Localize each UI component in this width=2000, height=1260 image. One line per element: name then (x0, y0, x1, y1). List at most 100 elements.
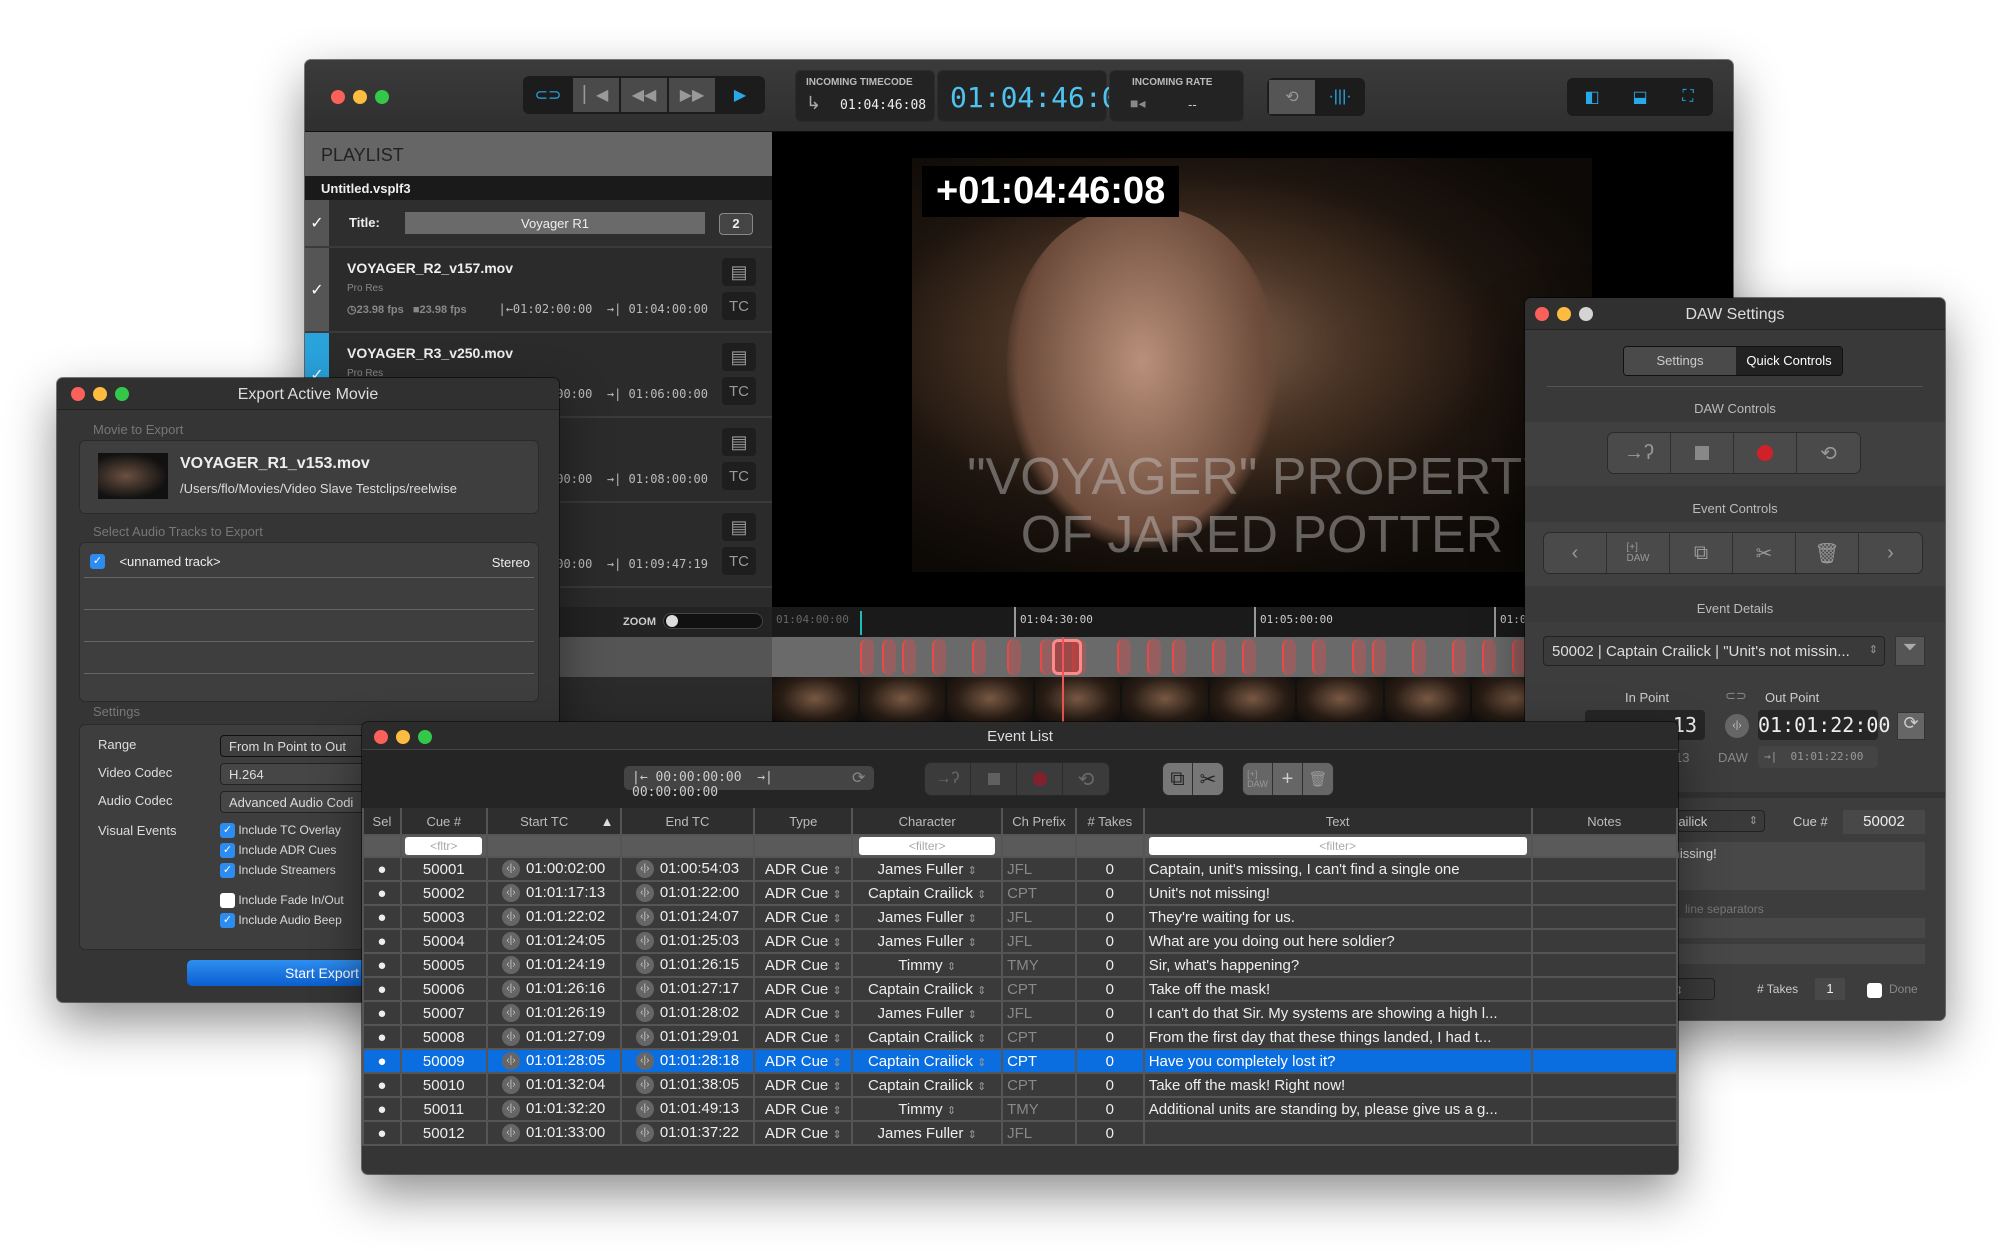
add-event-button[interactable]: + (1273, 763, 1303, 795)
zoom-slider-thumb[interactable] (666, 615, 678, 627)
comment-button[interactable]: ▤ (722, 258, 756, 286)
visual-event-option[interactable]: ✓ Include Audio Beep (220, 913, 380, 933)
checkbox-icon[interactable]: ✓ (220, 863, 235, 879)
character-cell[interactable]: Captain Crailick ⇕ (851, 1024, 1004, 1050)
daw-add-button[interactable]: [+] DAW (1607, 533, 1670, 573)
start-tc-cell[interactable]: ‹|› 01:01:33:00 (485, 1120, 622, 1146)
type-cell[interactable]: ADR Cue ⇕ (753, 904, 854, 930)
minimize-button[interactable] (1557, 307, 1571, 321)
type-cell[interactable]: ADR Cue ⇕ (753, 856, 854, 882)
checkmark-icon[interactable]: ✓ (305, 248, 329, 331)
text-cell[interactable]: Sir, what's happening? (1142, 952, 1533, 978)
cue-marker[interactable] (1412, 639, 1426, 675)
table-row[interactable]: ● 50011 ‹|› 01:01:32:20 ‹|› 01:01:49:13 ADR Cu… (362, 1096, 1678, 1122)
visual-event-option[interactable]: ✓ Include Streamers (220, 863, 380, 883)
cue-cell[interactable]: 50002 (399, 880, 488, 906)
col-notes[interactable]: Notes (1530, 808, 1678, 836)
cue-marker[interactable] (1242, 639, 1256, 675)
character-cell[interactable]: James Fuller ⇕ (851, 928, 1004, 954)
start-tc-cell[interactable]: ‹|› 01:01:27:09 (485, 1024, 622, 1050)
zoom-slider[interactable] (663, 613, 763, 629)
end-tc-cell[interactable]: ‹|› 01:01:27:17 (619, 976, 756, 1002)
cue-marker[interactable] (1007, 639, 1021, 675)
cue-cell[interactable]: 50006 (399, 976, 488, 1002)
link-icon[interactable]: ‹|› (501, 1076, 520, 1095)
link-icon[interactable]: ‹|› (635, 956, 654, 975)
tc-button[interactable]: TC (722, 547, 756, 575)
zoom-button[interactable] (115, 387, 129, 401)
end-tc-cell[interactable]: ‹|› 01:01:29:01 (619, 1024, 756, 1050)
takes-cell[interactable]: 0 (1074, 1000, 1145, 1026)
event-select[interactable]: 50002 | Captain Crailick | "Unit's not m… (1543, 636, 1885, 666)
link-icon[interactable]: ‹|› (635, 1028, 654, 1047)
split-button[interactable]: ✂ (1193, 763, 1223, 795)
type-cell[interactable]: ADR Cue ⇕ (753, 952, 854, 978)
stop-button[interactable] (1671, 433, 1734, 473)
link-icon[interactable]: ‹|› (501, 956, 520, 975)
close-button[interactable] (71, 387, 85, 401)
sel-cell[interactable]: ● (362, 1024, 402, 1050)
link-icon[interactable]: ‹|› (635, 1052, 654, 1071)
notes-cell[interactable] (1530, 952, 1678, 978)
link-icon[interactable]: ‹|› (501, 980, 520, 999)
end-tc-cell[interactable]: ‹|› 01:01:49:13 (619, 1096, 756, 1122)
sync-button[interactable]: ⟳ (1897, 712, 1925, 740)
text-cell[interactable]: They're waiting for us. (1142, 904, 1533, 930)
col-takes[interactable]: # Takes (1074, 808, 1145, 836)
notes-cell[interactable] (1530, 1024, 1678, 1050)
comment-button[interactable]: ▤ (722, 343, 756, 371)
col-text[interactable]: Text (1142, 808, 1533, 836)
refresh-icon[interactable]: ⟳ (852, 768, 865, 788)
sel-cell[interactable]: ● (362, 952, 402, 978)
cue-cell[interactable]: 50008 (399, 1024, 488, 1050)
link-icon[interactable]: ‹|› (635, 1100, 654, 1119)
duplicate-button[interactable]: ⧉ (1163, 763, 1193, 795)
checkbox-icon[interactable]: ✓ (220, 913, 235, 929)
col-end-tc[interactable]: End TC (619, 808, 756, 836)
checkmark-icon[interactable]: ✓ (305, 200, 329, 246)
character-filter-input[interactable]: <filter> (859, 837, 996, 855)
checkbox-icon[interactable]: ✓ (220, 823, 235, 839)
cue-marker[interactable] (1147, 639, 1161, 675)
takes-cell[interactable]: 0 (1074, 1072, 1145, 1098)
type-cell[interactable]: ADR Cue ⇕ (753, 928, 854, 954)
cue-marker[interactable] (1212, 639, 1226, 675)
prev-event-button[interactable]: ‹ (1544, 533, 1607, 573)
character-cell[interactable]: Captain Crailick ⇕ (851, 880, 1004, 906)
type-cell[interactable]: ADR Cue ⇕ (753, 1072, 854, 1098)
out-point-field[interactable]: 01:01:22:00 (1758, 710, 1890, 740)
link-icon[interactable]: ‹|› (501, 1124, 520, 1143)
notes-cell[interactable] (1530, 1096, 1678, 1122)
video-codec-select[interactable]: H.264 (220, 763, 370, 785)
character-cell[interactable]: Captain Crailick ⇕ (851, 1072, 1004, 1098)
start-tc-cell[interactable]: ‹|› 01:01:26:16 (485, 976, 622, 1002)
cue-cell[interactable]: 50003 (399, 904, 488, 930)
link-icon[interactable]: ‹|› (501, 1028, 520, 1047)
cue-marker[interactable] (1282, 639, 1296, 675)
character-cell[interactable]: James Fuller ⇕ (851, 904, 1004, 930)
comment-button[interactable]: ▤ (722, 428, 756, 456)
character-cell[interactable]: James Fuller ⇕ (851, 1120, 1004, 1146)
selected-cue-marker[interactable] (1052, 639, 1082, 675)
audio-track-row[interactable]: ✓ <unnamed track> Stereo (90, 553, 530, 575)
end-tc-cell[interactable]: ‹|› 01:00:54:03 (619, 856, 756, 882)
cue-marker[interactable] (1372, 639, 1386, 675)
minimize-button[interactable] (353, 90, 367, 104)
notes-cell[interactable] (1530, 928, 1678, 954)
notes-cell[interactable] (1530, 1072, 1678, 1098)
close-button[interactable] (331, 90, 345, 104)
text-cell[interactable]: What are you doing out here soldier? (1142, 928, 1533, 954)
takes-cell[interactable]: 0 (1074, 904, 1145, 930)
play-button[interactable]: ▶ (717, 78, 763, 112)
record-button[interactable] (1734, 433, 1797, 473)
notes-field-2[interactable] (1665, 944, 1925, 964)
type-cell[interactable]: ADR Cue ⇕ (753, 1000, 854, 1026)
end-tc-cell[interactable]: ‹|› 01:01:22:00 (619, 880, 756, 906)
character-cell[interactable]: Captain Crailick ⇕ (851, 1048, 1004, 1074)
sel-cell[interactable]: ● (362, 880, 402, 906)
notes-cell[interactable] (1530, 904, 1678, 930)
cue-cell[interactable]: 50011 (399, 1096, 488, 1122)
link-icon[interactable]: ‹|› (501, 1100, 520, 1119)
start-tc-cell[interactable]: ‹|› 01:01:26:19 (485, 1000, 622, 1026)
minimize-button[interactable] (93, 387, 107, 401)
